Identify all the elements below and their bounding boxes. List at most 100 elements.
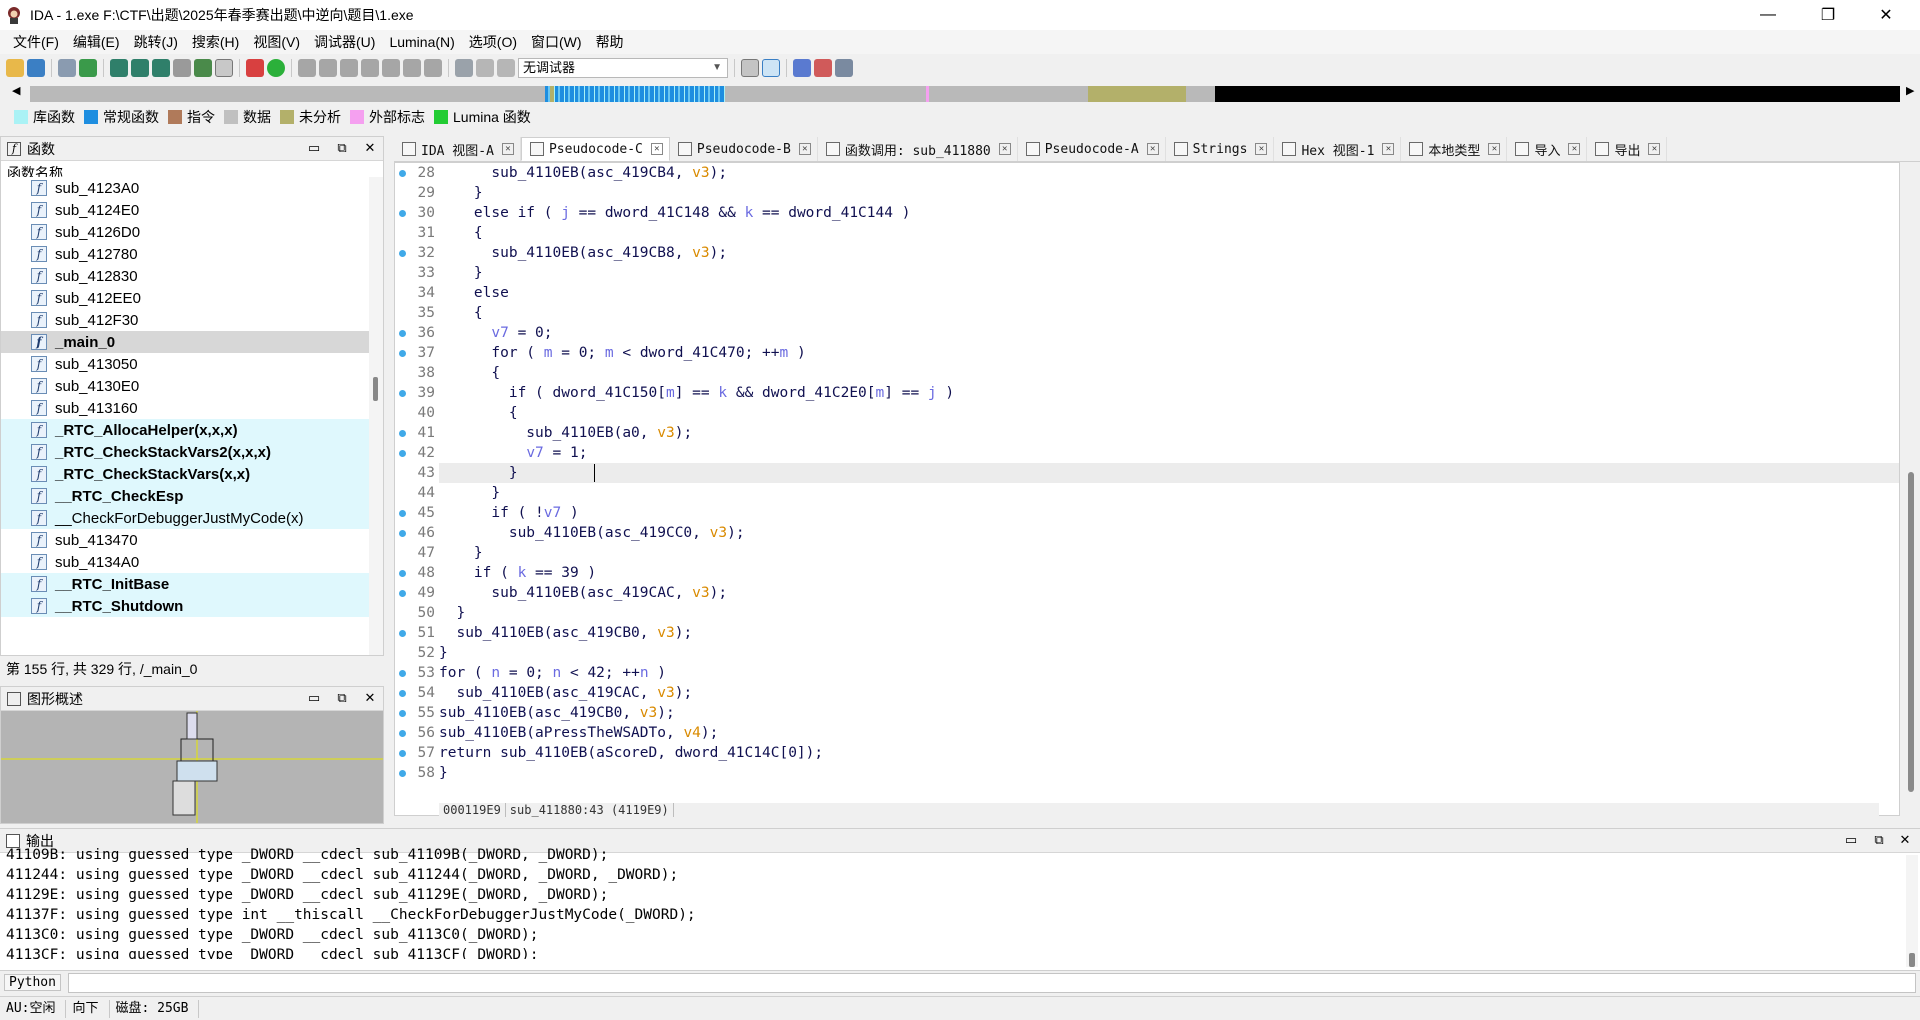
maximize-button[interactable]: ❐ (1800, 0, 1856, 30)
breakpoint-dot-icon[interactable] (399, 210, 406, 217)
function-list-item[interactable]: f sub_4126D0 (1, 221, 369, 243)
menu-view[interactable]: 视图(V) (246, 30, 307, 54)
code-icon[interactable] (298, 59, 316, 77)
tab-imports[interactable]: 导入 ✕ (1507, 137, 1588, 161)
tab-close-icon[interactable]: ✕ (1648, 143, 1661, 155)
code-line[interactable]: sub_4110EB(asc_419CB0, v3); (439, 703, 1899, 723)
code-line[interactable]: sub_4110EB(asc_419CAC, v3); (439, 683, 1899, 703)
close-window-button[interactable]: ✕ (1858, 0, 1914, 30)
function-list-item[interactable]: f _main_0 (1, 331, 369, 353)
comment-icon[interactable] (424, 59, 442, 77)
c-active-icon[interactable] (762, 59, 780, 77)
breakpoint-dot-icon[interactable] (399, 570, 406, 577)
function-list-item[interactable]: f sub_413050 (1, 353, 369, 375)
function-list-scrollbar[interactable] (369, 177, 383, 655)
c-icon[interactable] (741, 59, 759, 77)
menu-help[interactable]: 帮助 (589, 30, 631, 54)
tab-close-icon[interactable]: ✕ (798, 143, 811, 155)
python-command-input[interactable] (68, 973, 1916, 993)
tab-local-types[interactable]: 本地类型 ✕ (1401, 137, 1508, 161)
menu-search[interactable]: 搜索(H) (185, 30, 246, 54)
minimize-button[interactable]: — (1740, 0, 1796, 30)
tab-hex[interactable]: Hex 视图-1 ✕ (1274, 137, 1402, 161)
code-line[interactable]: return sub_4110EB(aScoreD, dword_41C14C[… (439, 743, 1899, 763)
code-line[interactable]: sub_4110EB(asc_419CC0, v3); (439, 523, 1899, 543)
breakpoint-dot-icon[interactable] (399, 730, 406, 737)
tab-close-icon[interactable]: ✕ (1568, 143, 1581, 155)
breakpoint-dot-icon[interactable] (399, 530, 406, 537)
menu-debugger[interactable]: 调试器(U) (307, 30, 382, 54)
panel-close-icon[interactable]: ✕ (361, 690, 379, 706)
code-line[interactable]: sub_4110EB(aPressTheWSADTo, v4); (439, 723, 1899, 743)
function-list-item[interactable]: f sub_412780 (1, 243, 369, 265)
breakpoint-dot-icon[interactable] (399, 390, 406, 397)
panel-restore-icon[interactable]: ▭ (305, 690, 323, 706)
list-icon[interactable] (793, 59, 811, 77)
tab-close-icon[interactable]: ✕ (1146, 143, 1159, 155)
breakpoint-dot-icon[interactable] (399, 750, 406, 757)
breakpoint-dot-icon[interactable] (399, 670, 406, 677)
tab-close-icon[interactable]: ✕ (650, 143, 663, 155)
output-scrollbar[interactable] (1906, 855, 1918, 967)
tab-pseudocode[interactable]: Pseudocode-B ✕ (670, 137, 818, 161)
breakpoint-icon[interactable] (246, 59, 264, 77)
struct-icon[interactable] (340, 59, 358, 77)
analyze-next-icon[interactable] (131, 59, 149, 77)
analyze-prev-icon[interactable] (152, 59, 170, 77)
function-list-item[interactable]: f _RTC_CheckStackVars(x,x) (1, 463, 369, 485)
function-list-item[interactable]: f sub_413470 (1, 529, 369, 551)
function-list-item[interactable]: f sub_412830 (1, 265, 369, 287)
breakpoint-dot-icon[interactable] (399, 710, 406, 717)
code-line[interactable]: v7 = 0; (439, 323, 1899, 343)
tab-close-icon[interactable]: ✕ (1488, 143, 1501, 155)
breakpoint-dot-icon[interactable] (399, 330, 406, 337)
undefine-icon[interactable] (382, 59, 400, 77)
open-file-icon[interactable] (6, 59, 24, 77)
menu-jump[interactable]: 跳转(J) (127, 30, 185, 54)
panel-close-icon[interactable]: ✕ (361, 140, 379, 156)
back-icon[interactable] (58, 59, 76, 77)
output-log[interactable]: 41109B: using guessed type _DWORD __cdec… (6, 845, 1886, 959)
tab-pseudocode[interactable]: Pseudocode-C ✕ (520, 137, 670, 161)
function-list-item[interactable]: f sub_4130E0 (1, 375, 369, 397)
breakpoint-dot-icon[interactable] (399, 430, 406, 437)
python-language-button[interactable]: Python (4, 974, 61, 991)
menu-file[interactable]: 文件(F) (6, 30, 66, 54)
breakpoint-dot-icon[interactable] (399, 690, 406, 697)
code-line[interactable]: { (439, 403, 1899, 423)
code-line[interactable]: for ( m = 0; m < dword_41C470; ++m ) (439, 343, 1899, 363)
function-list-item[interactable]: f sub_412F30 (1, 309, 369, 331)
code-line[interactable]: else (439, 283, 1899, 303)
tab-strings[interactable]: Strings ✕ (1166, 137, 1275, 161)
code-line[interactable]: } (439, 483, 1899, 503)
breakpoint-dot-icon[interactable] (399, 590, 406, 597)
menu-window[interactable]: 窗口(W) (524, 30, 589, 54)
tab-close-icon[interactable]: ✕ (998, 143, 1011, 155)
function-list-item[interactable]: f sub_413160 (1, 397, 369, 419)
rename-icon[interactable] (403, 59, 421, 77)
code-line[interactable]: sub_4110EB(a0, v3); (439, 423, 1899, 443)
breakpoint-dot-icon[interactable] (399, 450, 406, 457)
breakpoint-dot-icon[interactable] (399, 630, 406, 637)
breakpoint-dot-icon[interactable] (399, 770, 406, 777)
data-icon[interactable] (319, 59, 337, 77)
graph-icon[interactable] (173, 59, 191, 77)
tab-ida-view[interactable]: IDA 视图-A ✕ (394, 137, 521, 161)
debugger-select[interactable]: 无调试器 ▼ (518, 58, 728, 78)
code-line[interactable]: if ( dword_41C150[m] == k && dword_41C2E… (439, 383, 1899, 403)
function-list[interactable]: f sub_4123A0 f sub_4124E0 f sub_4126D0 f sub_41… (1, 177, 369, 655)
breakpoint-dot-icon[interactable] (399, 350, 406, 357)
scrollbar-thumb[interactable] (1909, 953, 1915, 967)
navigation-bar[interactable] (30, 86, 1900, 102)
function-list-item[interactable]: f __RTC_CheckEsp (1, 485, 369, 507)
code-line[interactable]: } (439, 263, 1899, 283)
breakpoint-dot-icon[interactable] (399, 510, 406, 517)
code-line[interactable]: for ( n = 0; n < 42; ++n ) (439, 663, 1899, 683)
pseudocode-view[interactable]: 28 29 30 31 32 33 34 35 36 37 38 39 40 41 42 43 44 45 46 47… (394, 162, 1900, 817)
pause-icon[interactable] (476, 59, 494, 77)
code-line[interactable]: sub_4110EB(asc_419CB8, v3); (439, 243, 1899, 263)
code-line[interactable]: } (439, 183, 1899, 203)
code-line[interactable]: { (439, 303, 1899, 323)
code-line[interactable]: v7 = 1; (439, 443, 1899, 463)
graph-overview-canvas[interactable] (1, 711, 383, 823)
